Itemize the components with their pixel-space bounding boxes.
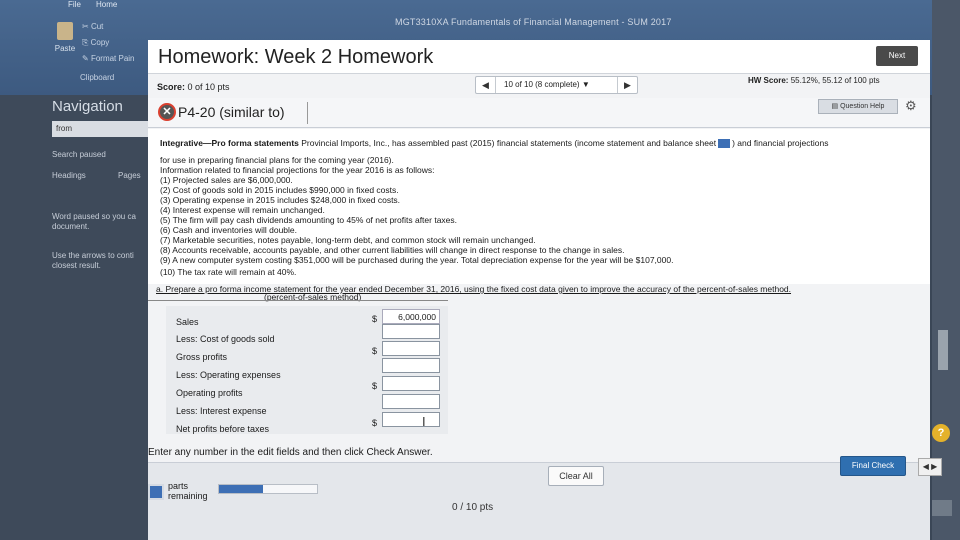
cut-button[interactable]: ✂ Cut xyxy=(82,22,103,31)
question-score: Score: 0 of 10 pts xyxy=(157,82,230,92)
clipboard-group-label: Clipboard xyxy=(80,73,115,82)
cut-label: Cut xyxy=(90,22,104,31)
problem-line: (2) Cost of goods sold in 2015 includes … xyxy=(160,185,399,195)
screen: File Home Paste ✂ Cut ⎘ Copy ✎ Format Pa… xyxy=(0,0,960,540)
problem-line: (7) Marketable securities, notes payable… xyxy=(160,235,536,245)
window-title: MGT3310XA Fundamentals of Financial Mana… xyxy=(395,17,672,27)
row-label-sales: Sales xyxy=(176,317,199,327)
problem-line: (9) A new computer system costing $351,0… xyxy=(160,255,674,265)
row-label-operating-expenses: Less: Operating expenses xyxy=(176,370,281,380)
copy-button[interactable]: ⎘ Copy xyxy=(82,38,109,48)
text-cursor-icon: I xyxy=(422,414,426,429)
problem-line: Information related to financial project… xyxy=(160,165,435,175)
interest-expense-input[interactable] xyxy=(382,394,440,409)
table-icon[interactable] xyxy=(718,139,731,149)
problem-line: (1) Projected sales are $6,000,000. xyxy=(160,175,293,185)
nav-note-1: Word paused so you ca xyxy=(52,212,136,221)
problem-line: (3) Operating expense in 2015 includes $… xyxy=(160,195,401,205)
nav-note-4: closest result. xyxy=(52,261,101,270)
next-button[interactable]: Next xyxy=(876,46,918,66)
ribbon-tab-home[interactable]: Home xyxy=(88,0,125,12)
row-label-cogs: Less: Cost of goods sold xyxy=(176,334,275,344)
clear-all-button[interactable]: Clear All xyxy=(548,466,604,486)
previous-question-icon[interactable]: ◀ xyxy=(476,77,496,93)
row-label-net-profits-before-taxes: Net profits before taxes xyxy=(176,424,270,434)
copy-label: Copy xyxy=(90,38,110,47)
question-help-button[interactable]: ▤ Question Help xyxy=(818,99,898,114)
help-book-icon: ▤ xyxy=(831,103,841,110)
footer-bar xyxy=(148,462,930,540)
navigation-pane xyxy=(0,95,150,540)
copy-icon: ⎘ xyxy=(82,38,91,47)
sales-value: 6,000,000 xyxy=(382,309,440,324)
problem-line: (6) Cash and inventories will double. xyxy=(160,225,298,235)
problem-line: for use in preparing financial plans for… xyxy=(160,155,394,165)
pager-label[interactable]: 10 of 10 (8 complete) ▼ xyxy=(504,80,590,89)
search-status: Search paused xyxy=(52,150,106,159)
row-label-operating-profits: Operating profits xyxy=(176,388,243,398)
next-question-icon[interactable]: ▶ xyxy=(617,77,637,93)
question-pager[interactable]: ◀ 10 of 10 (8 complete) ▼ ▶ xyxy=(475,76,638,94)
final-check-button[interactable]: Final Check xyxy=(840,456,906,476)
navigation-title: Navigation xyxy=(52,98,123,115)
part-a-prompt: a. Prepare a pro forma income statement … xyxy=(156,284,792,294)
navigation-search-input[interactable]: from xyxy=(52,121,148,137)
arrow-right-icon[interactable]: ▶ xyxy=(931,462,937,471)
scissors-icon: ✂ xyxy=(82,22,91,31)
parts-remaining-label: parts remaining xyxy=(168,481,208,501)
problem-line: (4) Interest expense will remain unchang… xyxy=(160,205,325,215)
problem-line: (10) The tax rate will remain at 40%. xyxy=(160,267,297,277)
dollar-sign: $ xyxy=(372,346,378,356)
incorrect-icon: ✕ xyxy=(158,103,176,121)
parts-progress-bar xyxy=(218,484,318,494)
problem-title: P4-20 (similar to) xyxy=(178,104,285,120)
help-icon[interactable]: ? xyxy=(932,424,950,442)
cogs-input[interactable] xyxy=(382,324,440,339)
net-profits-before-taxes-input[interactable] xyxy=(382,412,440,427)
page-corner xyxy=(932,500,952,516)
problem-line: (8) Accounts receivable, accounts payabl… xyxy=(160,245,625,255)
parts-icon xyxy=(148,484,164,500)
nav-tab-pages[interactable]: Pages xyxy=(118,171,141,181)
points-total: 0 / 10 pts xyxy=(452,502,494,513)
operating-expenses-input[interactable] xyxy=(382,358,440,373)
gross-profits-input[interactable] xyxy=(382,341,440,356)
nav-note-3: Use the arrows to conti xyxy=(52,251,134,260)
format-painter-label: Format Pain xyxy=(90,54,135,63)
nav-note-2: document. xyxy=(52,222,90,231)
gear-icon[interactable]: ⚙ xyxy=(905,99,919,113)
scrollbar-thumb[interactable] xyxy=(938,330,948,370)
divider xyxy=(148,300,448,301)
problem-intro: Integrative—Pro forma statements Provinc… xyxy=(160,138,829,149)
dollar-sign: $ xyxy=(372,381,378,391)
paste-button[interactable]: Paste xyxy=(52,18,78,58)
progress-fill xyxy=(219,485,264,493)
arrow-left-icon[interactable]: ◀ xyxy=(923,462,929,471)
brush-icon: ✎ xyxy=(82,54,91,63)
format-painter-button[interactable]: ✎ Format Pain xyxy=(82,54,135,63)
dollar-sign: $ xyxy=(372,418,378,428)
chevron-down-icon[interactable]: ▼ xyxy=(582,80,590,89)
footer-nav-arrows[interactable]: ◀ ▶ xyxy=(918,458,942,476)
page-title: Homework: Week 2 Homework xyxy=(158,46,434,68)
operating-profits-input[interactable] xyxy=(382,376,440,391)
ribbon-tab-file[interactable]: File xyxy=(60,0,89,12)
instruction-text: Enter any number in the edit fields and … xyxy=(148,447,433,458)
hw-score: HW Score: 55.12%, 55.12 of 100 pts xyxy=(748,76,880,85)
nav-tab-headings[interactable]: Headings xyxy=(52,171,86,181)
problem-line: (5) The firm will pay cash dividends amo… xyxy=(160,215,458,225)
row-label-interest-expense: Less: Interest expense xyxy=(176,406,267,416)
row-label-gross-profits: Gross profits xyxy=(176,352,228,362)
dollar-sign: $ xyxy=(372,314,378,324)
